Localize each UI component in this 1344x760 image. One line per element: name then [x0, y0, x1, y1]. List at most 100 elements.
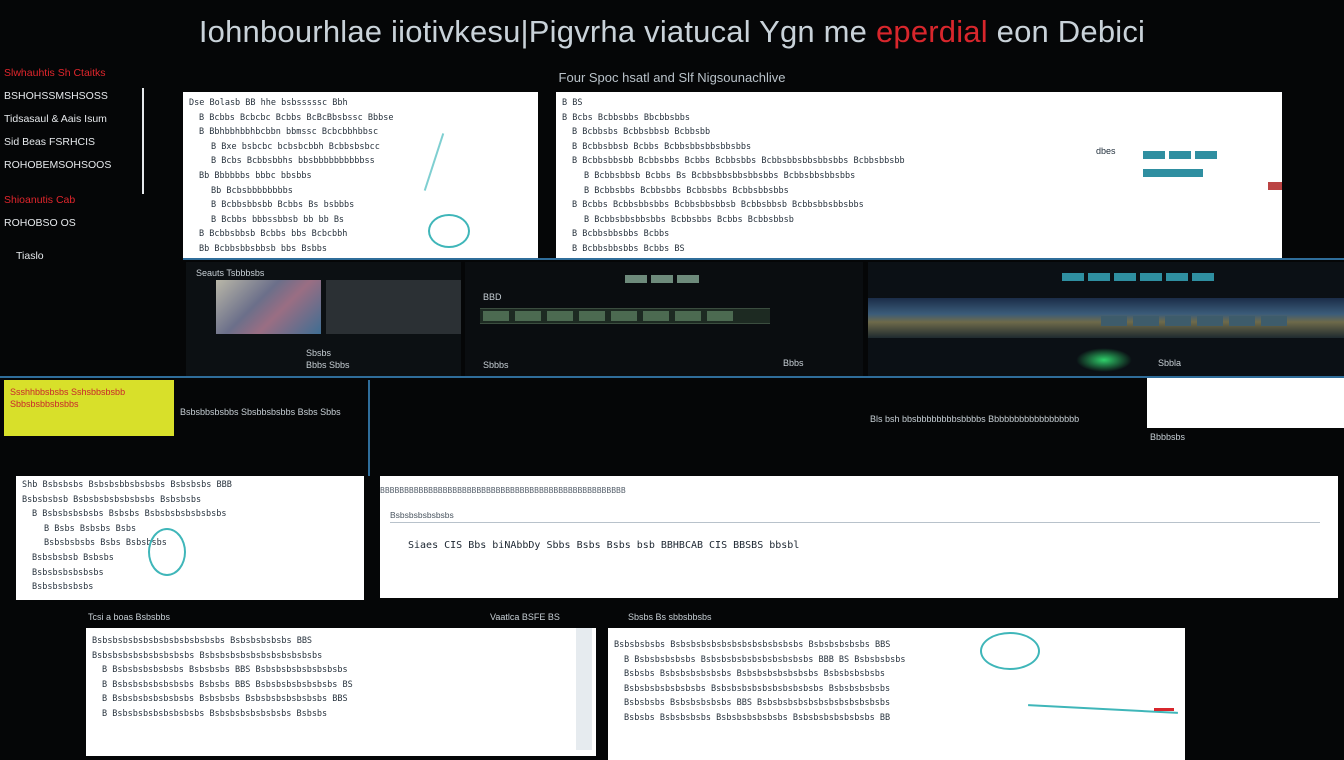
annotation-circle-icon: [148, 528, 186, 576]
list-item[interactable]: B Bcbbs bbbssbbsb bb bb Bs: [183, 213, 538, 228]
list-item[interactable]: B Bcbbsbbsbbs Bcbbs: [556, 227, 1282, 242]
list-item[interactable]: Bb Bbbbbbs bbbc bbsbbs: [183, 169, 538, 184]
strip-thumb: [1197, 316, 1223, 326]
list-item[interactable]: Bb Bcbsbbbbbbbbs: [183, 184, 538, 199]
window-lower-right[interactable]: BBBBBBBBBBBBBBBBBBBBBBBBBBBBBBBBBBBBBBBB…: [380, 476, 1338, 598]
toolbar-icon: [651, 275, 673, 283]
list-item[interactable]: B Bsbsbsbsbsbsbsbs Bsbsbsbs Bsbsbsbsbsbs…: [86, 692, 596, 707]
left-note-3: Tidsasaul & Aais Isum: [4, 113, 107, 125]
window-lower-left[interactable]: Shb Bsbsbsbs Bsbsbsbbsbsbsbs Bsbsbsbs BB…: [16, 476, 364, 600]
filmstrip-thumb[interactable]: [643, 311, 669, 321]
lower-right-line[interactable]: Siaes CIS Bbs biNAbbDy Sbbs Bsbs Bsbs bs…: [408, 540, 799, 551]
mid-center-toolbar: [623, 270, 701, 288]
list-item[interactable]: Bsbsbsbsbsbsbsbsbsbsbsbsbs Bsbsbsbsbsbs …: [86, 634, 596, 649]
toolbar-icon: [1166, 273, 1188, 281]
list-item[interactable]: B Bcbbsbbsbb Bcbbs Bs bsbbbs: [183, 198, 538, 213]
list-item[interactable]: Bb Bcbbsbbsbbsb bbs Bsbbs: [183, 242, 538, 257]
filmstrip-thumb[interactable]: [579, 311, 605, 321]
preview-pane: [326, 280, 461, 334]
mid-right-toolbar: [1060, 268, 1216, 286]
map-thumbnail[interactable]: [216, 280, 321, 334]
list-item[interactable]: Bsbsbs Bsbsbsbsbs Bsbsbsbsbsbsbs Bsbsbsb…: [608, 711, 1185, 726]
list-item[interactable]: B Bsbsbsbsbsbsbs Bsbsbsbs BBS Bsbsbsbsbs…: [86, 663, 596, 678]
list-item[interactable]: B Bcbbs Bcbcbc Bcbbs BcBcBbsbssc Bbbse: [183, 111, 538, 126]
list-item[interactable]: B Bcbbsbbsbbs Bcbbs BS: [556, 242, 1282, 257]
list-item[interactable]: B BS: [556, 96, 1282, 111]
list-item[interactable]: B Bcbbs Bcbbsbbsbbs Bcbbsbbsbbsb Bcbbsbb…: [556, 198, 1282, 213]
window-top-right[interactable]: B BS B Bcbs Bcbbsbbs Bbcbbsbbs B Bcbbsbs…: [556, 92, 1282, 258]
scrollbar[interactable]: [576, 628, 592, 750]
list-item[interactable]: B Bxe bsbcbc bcbsbcbbh Bcbbsbsbcc: [183, 140, 538, 155]
list-item[interactable]: B Bbhbbhbbhbcbbn bbmssc Bcbcbbhbbsc: [183, 125, 538, 140]
red-marker-icon: [1154, 708, 1174, 711]
list-item[interactable]: Bsbsbsbsbsbsbsbs Bsbsbsbsbsbsbsbsbsbsbs …: [608, 682, 1185, 697]
band-note: Bsbsbbsbsbbs Sbsbbsbsbbs Bsbs Sbbs: [180, 407, 341, 417]
toolbar-icon: [1143, 169, 1203, 177]
filmstrip-thumb[interactable]: [707, 311, 733, 321]
left-divider: [142, 88, 144, 194]
white-box[interactable]: [1147, 378, 1344, 428]
tree-glow: [1076, 348, 1132, 372]
left-notes: Slwhauhtis Sh Ctaitks BSHOHSSMSHSOSS Tid…: [4, 62, 111, 268]
filmstrip-thumb[interactable]: [547, 311, 573, 321]
toolbar-icon: [1192, 273, 1214, 281]
list-item[interactable]: B Bcbbsbbs Bcbbsbbs Bcbbsbbs Bcbbsbbsbbs: [556, 184, 1282, 199]
title-part1: Iohnbourhlae iiotivkesu|Pigvrha viatucal…: [198, 14, 876, 49]
divider-line: [0, 376, 1344, 378]
list-item[interactable]: B Bsbsbsbsbsbsbsbsbs Bsbsbsbsbsbsbsbs Bs…: [86, 707, 596, 722]
list-item[interactable]: B Bcbbsbbsbbsbbs Bcbbsbbs Bcbbs Bcbbsbbs…: [556, 213, 1282, 228]
window-bottom-right[interactable]: Bsbsbsbsbs Bsbsbsbsbsbsbsbsbsbsbsbsbs Bs…: [608, 628, 1185, 760]
mid-left-header: Seauts Tsbbbsbs: [196, 268, 265, 278]
yellow-highlight-box: Ssshhbbsbsbs Sshsbbsbsbb Sbbsbsbbsbsbbs: [4, 380, 174, 436]
list-item[interactable]: B Bsbsbsbsbsbsbsbs Bsbsbs BBS Bsbsbsbsbs…: [86, 678, 596, 693]
left-note-8: Tiaslo: [16, 250, 44, 262]
toolbar-icon: [1114, 273, 1136, 281]
mid-left-sub2: Bbbs Sbbs: [306, 360, 350, 370]
list-item[interactable]: Bsbsbsbsbsbsbs: [16, 566, 364, 581]
lower-right-sub: Bsbsbsbsbsbsbs: [390, 510, 454, 520]
list-item[interactable]: B Bsbsbsbsbsbs Bsbsbsbsbsbsbsbsbsbsbs BB…: [608, 653, 1185, 668]
left-note-5: ROHOBEMSOHSOOS: [4, 159, 112, 171]
toolbar-icon: [1195, 151, 1217, 159]
list-item[interactable]: Bsbsbsbsbs Bsbs Bsbsbsbs: [16, 536, 364, 551]
list-item[interactable]: Bsbsbsbsb Bsbsbsbsbsbsbsbs Bsbsbsbs: [16, 493, 364, 508]
list-item[interactable]: Bsbsbsbsb Bsbsbs: [16, 551, 364, 566]
list-item[interactable]: B Bsbs Bsbsbs Bsbs: [16, 522, 364, 537]
list-item[interactable]: Bsbsbsbsbsbsbsbsbsbs Bsbsbsbsbsbsbsbsbsb…: [86, 649, 596, 664]
page-subtitle: Four Spoc hsatl and Slf Nigsounachlive: [558, 70, 786, 85]
window-mid-center[interactable]: BBD Sbbbs Bbbs: [465, 262, 863, 377]
list-item[interactable]: Dse Bolasb BB hhe bsbsssssc Bbh: [183, 96, 538, 111]
window-mid-right[interactable]: Sbbla: [868, 262, 1344, 377]
toolbar-icon: [1169, 151, 1191, 159]
window-top-left[interactable]: Dse Bolasb BB hhe bsbsssssc Bbh B Bcbbs …: [183, 92, 538, 258]
filmstrip-thumb[interactable]: [611, 311, 637, 321]
filmstrip-thumb[interactable]: [675, 311, 701, 321]
toolbar-strip: [1141, 146, 1282, 182]
list-item[interactable]: Bsbsbs Bsbsbsbsbsbsbs Bsbsbsbsbsbsbsbs B…: [608, 667, 1185, 682]
separator: [390, 522, 1320, 523]
filmstrip-thumb[interactable]: [483, 311, 509, 321]
page-title: Iohnbourhlae iiotivkesu|Pigvrha viatucal…: [0, 14, 1344, 50]
strip-thumb: [1101, 316, 1127, 326]
filmstrip-thumb[interactable]: [515, 311, 541, 321]
list-item[interactable]: B Bcbs Bcbbsbbhs bbsbbbbbbbbbbss: [183, 154, 538, 169]
window-bottom-left[interactable]: Bsbsbsbsbsbsbsbsbsbsbsbsbs Bsbsbsbsbsbs …: [86, 628, 596, 756]
left-note-7: ROHOBSO OS: [4, 217, 76, 229]
mid-right-caption: Sbbla: [1158, 358, 1182, 368]
list-item[interactable]: B Bcbbsbbsb Bcbbs bbs Bcbcbbh: [183, 227, 538, 242]
list-item[interactable]: Shb Bsbsbsbs Bsbsbsbbsbsbsbs Bsbsbsbs BB…: [16, 478, 364, 493]
list-item[interactable]: Bsbsbsbsbs Bsbsbsbsbsbsbsbsbsbsbsbsbs Bs…: [608, 638, 1185, 653]
list-item[interactable]: Bsbsbsbsbsbs: [16, 580, 364, 595]
list-item[interactable]: B Bsbsbsbsbsbs Bsbsbs Bsbsbsbsbsbsbsbs: [16, 507, 364, 522]
list-item[interactable]: B Bcbs Bcbbsbbs Bbcbbsbbs: [556, 111, 1282, 126]
left-note-2: BSHOHSSMSHSOSS: [4, 90, 108, 102]
filmstrip[interactable]: [480, 308, 770, 324]
toolbar-icon: [625, 275, 647, 283]
window-mid-left[interactable]: Seauts Tsbbbsbs Sbsbs Bbbs Sbbs: [186, 262, 461, 377]
toolbar-icon: [1088, 273, 1110, 281]
toolbar-icon: [677, 275, 699, 283]
divider-line: [183, 258, 1344, 260]
band-center-text: Bls bsh bbsbbbbbbbbsbbbbs Bbbbbbbbbbbbbb…: [870, 414, 1080, 424]
left-note-1: Slwhauhtis Sh Ctaitks: [4, 67, 106, 79]
list-item[interactable]: B Bcbbsbs Bcbbsbbsb Bcbbsbb: [556, 125, 1282, 140]
